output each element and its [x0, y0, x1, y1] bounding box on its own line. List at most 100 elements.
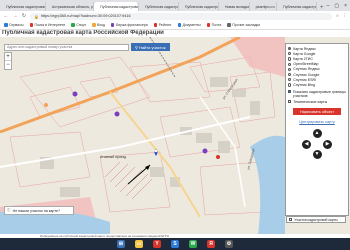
window-controls: – ▢ ×: [327, 3, 350, 9]
layer-radio[interactable]: [288, 52, 292, 56]
bookmark-label: Вход: [97, 23, 105, 27]
layer-toggle-label: Тематические карты: [293, 99, 328, 104]
tab-label: Публичная кадастровая карта: [6, 4, 46, 9]
plots-checkbox[interactable]: [289, 217, 293, 222]
search-row: ⚲ Найти участок: [4, 43, 170, 51]
layer-label: Спутник ESRI: [293, 77, 317, 82]
maximize-icon[interactable]: ▢: [334, 3, 339, 9]
layer-radio[interactable]: [288, 83, 292, 87]
browser-tab-bar: Публичная кадастровая карта×Астраханская…: [0, 0, 350, 11]
bookmark-label: Сервисы: [9, 23, 24, 27]
bookmark-item[interactable]: Почта: [206, 23, 222, 27]
browser-tab[interactable]: pkamlpro.ru×: [250, 2, 278, 11]
bookmark-item[interactable]: Поиск в Интернете: [29, 23, 66, 27]
forward-icon[interactable]: →: [12, 13, 18, 19]
tab-label: Новая вкладка: [224, 4, 250, 9]
plots-panel[interactable]: Участки кадастровой карты: [286, 216, 346, 223]
bookmark-icon: [29, 23, 34, 27]
star-icon[interactable]: ☆: [335, 13, 339, 19]
browser-tab[interactable]: Астраханская область, р-н Мерв×: [46, 2, 95, 11]
tab-label: Публичная кадастровая: [144, 4, 179, 9]
browser-tab[interactable]: Публичная кадастровая×: [139, 2, 179, 11]
layer-radio[interactable]: [288, 78, 292, 82]
layer-radio[interactable]: [288, 67, 292, 71]
layer-checkbox[interactable]: [288, 99, 292, 104]
bookmark-item[interactable]: Документы: [177, 23, 201, 27]
center-map-link[interactable]: Центрировать карту: [288, 120, 346, 124]
layer-radio[interactable]: [288, 47, 292, 51]
reload-icon[interactable]: ↻: [21, 13, 27, 19]
not-found-panel[interactable]: ⓘ Не нашли участок на карте?: [4, 206, 74, 215]
menu-icon[interactable]: ⋮: [343, 13, 348, 19]
bookmark-item[interactable]: Спорт: [71, 23, 86, 27]
taskbar: ⊞ ▭ Y S W Я ⚙: [0, 238, 350, 250]
browser-tab[interactable]: Публичная кадастровая карт×: [94, 2, 139, 11]
bookmark-label: Спорт: [76, 23, 87, 27]
address-bar: ← → ↻ 🔒 https://egrp365.ru/map/?kadnum=3…: [0, 11, 350, 21]
bookmark-label: Биржа фрилансера: [115, 23, 148, 27]
tab-label: Публичная кадастровая: [184, 4, 219, 9]
windows-start-icon[interactable]: ⊞: [117, 240, 125, 248]
bookmarks-bar: Сервисы Поиск в Интернете Спорт Вход Биржа ф…: [0, 21, 350, 30]
minimize-icon[interactable]: –: [327, 3, 330, 9]
word-icon[interactable]: W: [189, 240, 197, 248]
bookmark-label: Поиск в Интернете: [34, 23, 66, 27]
zoom-in-button[interactable]: +: [5, 53, 11, 61]
browser-tab[interactable]: Публичная кадастровая×: [179, 2, 219, 11]
bookmark-item[interactable]: Прочие закладки: [227, 23, 260, 27]
settings-icon[interactable]: ⚙: [225, 240, 233, 248]
cadastral-search-input[interactable]: [4, 43, 129, 51]
bookmark-icon: [110, 23, 115, 27]
layer-radio[interactable]: [288, 72, 292, 77]
draw-object-button[interactable]: Нарисовать объект: [293, 108, 341, 116]
bookmark-icon: [4, 23, 8, 27]
help-icon: ⓘ: [7, 208, 11, 212]
bookmark-label: Почта: [211, 23, 222, 27]
pan-down-icon[interactable]: ▼: [312, 150, 322, 160]
url-field[interactable]: 🔒 https://egrp365.ru/map/?kadnum=30:09:0…: [30, 12, 333, 20]
skype-icon[interactable]: S: [171, 240, 179, 248]
bookmark-item[interactable]: Рейтинг: [153, 23, 172, 27]
pan-left-icon[interactable]: ◀: [302, 139, 311, 149]
tab-label: Публичная кадастровая карт: [100, 4, 139, 9]
plots-label: Участки кадастровой карты: [294, 217, 338, 222]
bookmark-item[interactable]: Биржа фрилансера: [110, 23, 148, 27]
bookmark-icon: [227, 23, 231, 27]
yandex-browser-icon[interactable]: Y: [153, 240, 161, 248]
bookmark-icon: [71, 23, 75, 27]
layer-option[interactable]: Спутник Bing: [288, 82, 346, 87]
bookmark-label: Документы: [182, 23, 201, 27]
bookmark-item[interactable]: Сервисы: [4, 23, 24, 27]
bookmark-item[interactable]: Вход: [92, 23, 105, 27]
layer-label: Карта Google: [293, 51, 316, 56]
bookmark-icon: [206, 23, 211, 27]
layer-radio[interactable]: [288, 57, 292, 61]
zoom-out-button[interactable]: −: [5, 61, 11, 69]
close-window-icon[interactable]: ×: [344, 3, 347, 9]
layer-label: Спутник Яндекс: [293, 67, 320, 72]
pan-up-icon[interactable]: ▲: [312, 129, 322, 139]
browser-tab[interactable]: Новая вкладка×: [219, 2, 250, 11]
layer-toggle[interactable]: Показать кадастровые границы участков: [288, 89, 346, 98]
bookmark-icon: [153, 23, 158, 27]
plot-label: Атомный проезд: [100, 155, 126, 159]
folder-icon[interactable]: ▭: [135, 240, 143, 248]
layer-panel: Карта Яндекс Карта Google Карта 2ГИС OpenSt…: [285, 43, 349, 216]
layer-label: Спутник Google: [293, 72, 320, 77]
find-plot-button[interactable]: ⚲ Найти участок: [131, 43, 170, 51]
zoom-control: + −: [4, 52, 12, 70]
bookmark-icon: [92, 23, 96, 27]
back-icon[interactable]: ←: [3, 13, 9, 19]
bookmark-icon: [177, 23, 182, 27]
layer-checkbox[interactable]: [288, 89, 291, 93]
find-plot-label: Найти участок: [138, 44, 166, 50]
browser-tab[interactable]: Публичная кадастровая×: [277, 2, 318, 11]
layer-label: Спутник Bing: [293, 82, 315, 87]
yandex-icon[interactable]: Я: [207, 240, 215, 248]
layer-radio[interactable]: [288, 62, 292, 66]
browser-tab[interactable]: Публичная кадастровая карта×: [0, 2, 46, 11]
layer-toggle[interactable]: Тематические карты: [288, 99, 346, 104]
tab-label: Публичная кадастровая: [283, 4, 318, 9]
pan-right-icon[interactable]: ▶: [323, 139, 332, 149]
layer-label: Карта 2ГИС: [293, 56, 313, 61]
